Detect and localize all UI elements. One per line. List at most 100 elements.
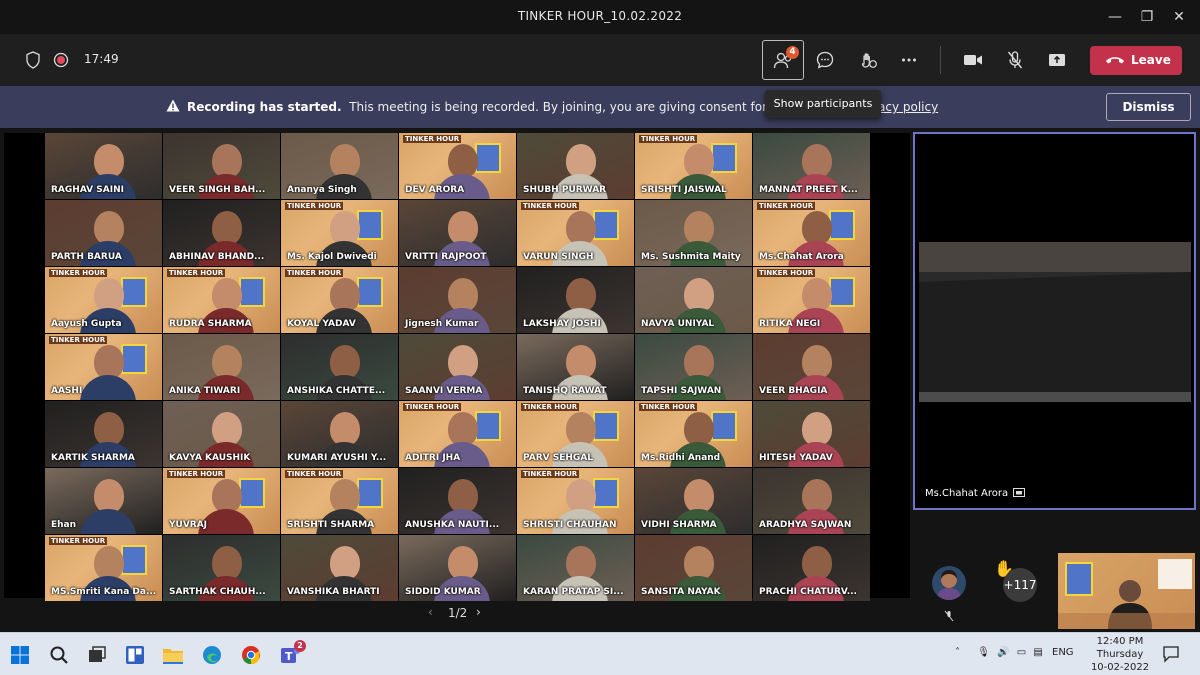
mic-muted-icon[interactable] <box>1002 47 1028 73</box>
chat-icon[interactable] <box>812 47 838 73</box>
spotlight-video[interactable]: Ms.Chahat Arora <box>913 132 1196 510</box>
participant-tile[interactable]: SANSITA NAYAK <box>635 535 752 601</box>
participant-tile[interactable]: Ms. Sushmita Maity <box>635 200 752 266</box>
maximize-icon[interactable]: ❐ <box>1136 6 1158 28</box>
chrome-browser-icon[interactable] <box>238 642 264 668</box>
participant-tile[interactable]: MANNAT PREET K... <box>753 133 870 199</box>
camera-icon[interactable] <box>960 47 986 73</box>
participant-face <box>566 411 597 446</box>
previous-page-button[interactable]: ‹ <box>428 605 433 619</box>
participant-tile[interactable]: TINKER HOUR Ms.Chahat Arora <box>753 200 870 266</box>
reactions-icon[interactable] <box>855 47 881 73</box>
participant-tile[interactable]: TINKER HOUR AASHI <box>45 334 162 400</box>
participant-tile[interactable]: ANUSHKA NAUTI... <box>399 468 516 534</box>
search-icon[interactable] <box>46 642 72 668</box>
participant-tile[interactable]: PARTH BARUA <box>45 200 162 266</box>
participant-tile[interactable]: HITESH YADAV <box>753 401 870 467</box>
participant-tile[interactable]: TANISHQ RAWAT <box>517 334 634 400</box>
participant-tile[interactable]: Ananya Singh <box>281 133 398 199</box>
participant-face <box>212 210 243 245</box>
task-view-icon[interactable] <box>84 642 110 668</box>
poster-graphic <box>593 411 619 441</box>
participant-tile[interactable]: KAVYA KAUSHIK <box>163 401 280 467</box>
participant-tile[interactable]: SIDDID KUMAR <box>399 535 516 601</box>
recording-icon <box>48 47 74 73</box>
share-screen-icon[interactable] <box>1044 47 1070 73</box>
participant-tile[interactable]: ANSHIKA CHATTE... <box>281 334 398 400</box>
participant-tile[interactable]: NAVYA UNIYAL <box>635 267 752 333</box>
participant-tile[interactable]: TINKER HOUR ADITRI JHA <box>399 401 516 467</box>
widgets-icon[interactable] <box>122 642 148 668</box>
participant-face <box>566 478 597 513</box>
participant-tile[interactable]: KARAN PRATAP SI... <box>517 535 634 601</box>
language-indicator[interactable]: ENG <box>1052 647 1074 658</box>
dismiss-button[interactable]: Dismiss <box>1106 93 1191 121</box>
participant-tile[interactable]: TINKER HOUR KOYAL YADAV <box>281 267 398 333</box>
participant-face <box>94 277 125 312</box>
self-preview-video[interactable] <box>1058 553 1195 629</box>
participant-tile[interactable]: SAANVI VERMA <box>399 334 516 400</box>
participant-tile[interactable]: SHUBH PURWAR <box>517 133 634 199</box>
more-participants-count[interactable]: +117 <box>1003 568 1037 602</box>
participant-tile[interactable]: TINKER HOUR Ms.Ridhi Anand <box>635 401 752 467</box>
minimize-icon[interactable]: — <box>1104 6 1126 28</box>
participant-tile[interactable]: TINKER HOUR VARUN SINGH <box>517 200 634 266</box>
participant-tile[interactable]: VANSHIKA BHARTI <box>281 535 398 601</box>
poster-graphic <box>829 277 855 307</box>
poster-graphic <box>357 210 383 240</box>
participant-avatar[interactable] <box>932 566 966 600</box>
battery-icon[interactable]: ▭ <box>1017 647 1026 658</box>
participant-tile[interactable]: KARTIK SHARMA <box>45 401 162 467</box>
microphone-icon[interactable]: 🎙 <box>977 647 990 658</box>
participant-tile[interactable]: TINKER HOUR DEV ARORA <box>399 133 516 199</box>
participant-tile[interactable]: TINKER HOUR Aayush Gupta <box>45 267 162 333</box>
participant-face <box>330 277 361 312</box>
close-icon[interactable]: ✕ <box>1168 6 1190 28</box>
show-participants-button[interactable]: 4 <box>762 40 804 80</box>
participant-tile[interactable]: LAKSHAY JOSHI <box>517 267 634 333</box>
notification-icon[interactable] <box>1162 645 1180 663</box>
participant-tile[interactable]: TINKER HOUR YUVRAJ <box>163 468 280 534</box>
network-icon[interactable]: ▤ <box>1033 647 1042 658</box>
participant-tile[interactable]: PRACHI CHATURV... <box>753 535 870 601</box>
participant-tile[interactable]: VRITTI RAJPOOT <box>399 200 516 266</box>
participant-tile[interactable]: KUMARI AYUSHI Y... <box>281 401 398 467</box>
windows-start-icon[interactable] <box>7 642 33 668</box>
volume-icon[interactable]: 🔊 <box>997 647 1009 658</box>
participant-tile[interactable]: VEER BHAGIA <box>753 334 870 400</box>
participant-tile[interactable]: TINKER HOUR SRISHTI SHARMA <box>281 468 398 534</box>
edge-browser-icon[interactable] <box>199 642 225 668</box>
participant-tile[interactable]: ANIKA TIWARI <box>163 334 280 400</box>
chevron-up-icon[interactable]: ˄ <box>955 647 960 658</box>
participant-face <box>94 344 125 379</box>
window-title: TINKER HOUR_10.02.2022 <box>517 9 683 23</box>
participant-tile[interactable]: ABHINAV BHAND... <box>163 200 280 266</box>
participant-tile[interactable]: SARTHAK CHAUH... <box>163 535 280 601</box>
participant-tile[interactable]: TAPSHI SAJWAN <box>635 334 752 400</box>
leave-button[interactable]: Leave <box>1090 46 1182 75</box>
poster-graphic <box>121 277 147 307</box>
participant-tile[interactable]: Ehan <box>45 468 162 534</box>
meeting-toolbar: 17:49 4 Leave <box>0 34 1200 86</box>
participant-tile[interactable]: RAGHAV SAINI <box>45 133 162 199</box>
participant-tile[interactable]: ARADHYA SAJWAN <box>753 468 870 534</box>
participant-tile[interactable]: TINKER HOUR RITIKA NEGI <box>753 267 870 333</box>
poster-title: TINKER HOUR <box>521 202 580 210</box>
participant-face <box>330 478 361 513</box>
privacy-policy-link[interactable]: acy policy <box>878 100 938 114</box>
participant-tile[interactable]: TINKER HOUR Ms. Kajol Dwivedi <box>281 200 398 266</box>
participant-tile[interactable]: TINKER HOUR MS.Smriti Kana Da... <box>45 535 162 601</box>
participant-tile[interactable]: TINKER HOUR SHRISTI CHAUHAN <box>517 468 634 534</box>
file-explorer-icon[interactable] <box>160 642 186 668</box>
participant-tile[interactable]: Jignesh Kumar <box>399 267 516 333</box>
participant-tile[interactable]: VEER SINGH BAH... <box>163 133 280 199</box>
participant-name: LAKSHAY JOSHI <box>523 319 601 329</box>
participant-tile[interactable]: VIDHI SHARMA <box>635 468 752 534</box>
poster-graphic <box>593 210 619 240</box>
next-page-button[interactable]: › <box>476 605 481 619</box>
taskbar-clock[interactable]: 12:40 PM Thursday 10-02-2022 <box>1088 635 1152 674</box>
participant-tile[interactable]: TINKER HOUR SRISHTI JAISWAL <box>635 133 752 199</box>
participant-tile[interactable]: TINKER HOUR PARV SEHGAL <box>517 401 634 467</box>
participant-tile[interactable]: TINKER HOUR RUDRA SHARMA <box>163 267 280 333</box>
more-options-icon[interactable] <box>896 47 922 73</box>
